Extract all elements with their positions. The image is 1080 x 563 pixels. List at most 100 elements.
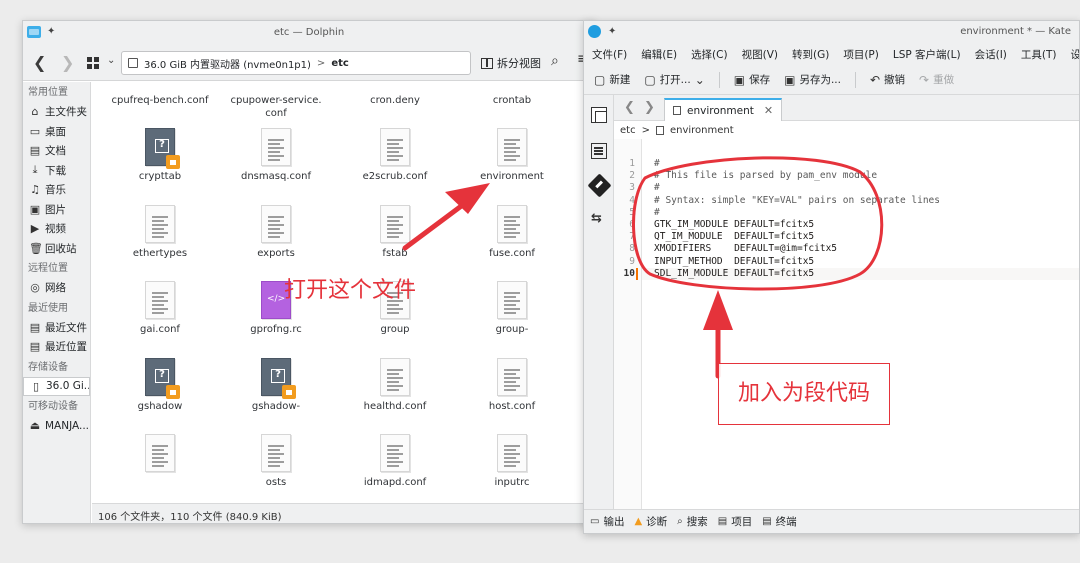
diagnostics-button[interactable]: ▲ 诊断 (634, 514, 667, 529)
sidebar-item[interactable]: ⤓ 下载 (23, 161, 90, 181)
tab-back-icon[interactable]: ❮ (624, 100, 635, 115)
text-file-icon (380, 434, 410, 472)
sidebar-item[interactable]: ▶ 视频 (23, 219, 90, 239)
breadcrumb-folder[interactable]: etc (620, 125, 636, 136)
file-item[interactable]: environment (454, 128, 570, 183)
sidebar-item[interactable]: ⏏ MANJA... (23, 416, 90, 436)
file-item[interactable]: gshadow (102, 358, 218, 413)
menu-item[interactable]: 设置(S) (1071, 47, 1080, 62)
close-icon[interactable]: ✕ (764, 104, 773, 117)
file-item[interactable]: crontab (454, 52, 570, 107)
menu-item[interactable]: 项目(P) (843, 47, 879, 62)
file-item[interactable]: cron.deny (337, 52, 453, 107)
code-line[interactable]: # (654, 207, 660, 218)
terminal-button[interactable]: ▤ 终端 (762, 514, 796, 529)
text-file-icon (497, 434, 527, 472)
menu-item[interactable]: 会话(I) (975, 47, 1007, 62)
file-item[interactable]: e2scrub.conf (337, 128, 453, 183)
file-item[interactable]: exports (218, 205, 334, 260)
file-item[interactable]: inputrc (454, 434, 570, 489)
sidebar-item[interactable]: ▭ 桌面 (23, 122, 90, 142)
pictures-icon: ▣ (29, 202, 41, 216)
line-number: 1 (629, 158, 635, 169)
file-item[interactable]: gshadow- (218, 358, 334, 413)
terminal-icon: ▤ (762, 516, 772, 527)
file-item[interactable]: dnsmasq.conf (218, 128, 334, 183)
code-line[interactable]: SDL_IM_MODULE DEFAULT=fcitx5 (654, 268, 814, 279)
file-item[interactable]: idmapd.conf (337, 434, 453, 489)
pin-icon[interactable]: ✦ (608, 26, 616, 37)
search-button[interactable]: ⌕ 搜索 (677, 514, 708, 529)
file-item[interactable]: osts (218, 434, 334, 489)
sidebar-item-label: 回收站 (45, 242, 77, 255)
forward-icon[interactable]: ❯ (61, 53, 74, 72)
git-icon[interactable] (587, 173, 612, 198)
breadcrumb-file[interactable]: environment (670, 125, 734, 136)
file-item[interactable]: cpufreq-bench.conf (102, 52, 218, 107)
file-name: gprofng.rc (250, 324, 302, 335)
menu-item[interactable]: LSP 客户端(L) (893, 47, 961, 62)
code-line[interactable]: QT_IM_MODULE DEFAULT=fcitx5 (654, 231, 814, 242)
project-label: 项目 (731, 516, 753, 528)
redo-button[interactable]: ↷ 重做 (919, 72, 954, 87)
redo-icon: ↷ (919, 72, 930, 87)
code-line[interactable]: # (654, 158, 660, 169)
sidebar-item[interactable]: ⌂ 主文件夹 (23, 102, 90, 122)
code-editor[interactable]: 1 2 3 4 5 6 7 8 9 10 # # This file is parsed by pa… (614, 139, 1079, 509)
project-button[interactable]: ▤ 项目 (718, 514, 752, 529)
sidebar-item[interactable]: ◎ 网络 (23, 278, 90, 298)
save-as-button[interactable]: ▣ 另存为... (784, 72, 841, 87)
file-item[interactable]: group- (454, 281, 570, 336)
sidebar-item[interactable]: ▯ 36.0 Gi... (23, 376, 90, 396)
code-line[interactable]: GTK_IM_MODULE DEFAULT=fcitx5 (654, 219, 814, 230)
back-icon[interactable]: ❮ (33, 53, 46, 72)
symbols-outline-icon[interactable]: ⇆ (591, 211, 607, 227)
sidebar-item-label: 音乐 (45, 184, 66, 197)
sidebar-item[interactable]: ▤ 文档 (23, 141, 90, 161)
projects-panel-icon[interactable] (591, 143, 607, 159)
code-line[interactable]: INPUT_METHOD DEFAULT=fcitx5 (654, 256, 814, 267)
menu-item[interactable]: 选择(C) (691, 47, 728, 62)
kate-titlebar[interactable]: ✦ environment * — Kate (584, 21, 1079, 43)
output-button[interactable]: ▭ 输出 (590, 514, 624, 529)
sidebar-item[interactable]: 🗑 回收站 (23, 239, 90, 259)
sidebar-item[interactable]: ♫ 音乐 (23, 180, 90, 200)
file-item[interactable]: cpupower-service. conf (218, 52, 334, 120)
code-line[interactable]: # This file is parsed by pam_env module (654, 170, 877, 181)
documents-panel-icon[interactable] (591, 107, 607, 123)
sidebar-section-heading: 远程位置 (28, 263, 68, 274)
file-item[interactable]: fuse.conf (454, 205, 570, 260)
undo-button[interactable]: ↶ 撤销 (870, 72, 905, 87)
code-line[interactable]: # (654, 182, 660, 193)
file-item[interactable] (102, 434, 218, 476)
sidebar-item[interactable]: ▤ 最近文件 (23, 318, 90, 338)
sidebar-item[interactable]: ▤ 最近位置 (23, 337, 90, 357)
menu-item[interactable]: 视图(V) (742, 47, 778, 62)
menu-item[interactable]: 工具(T) (1021, 47, 1057, 62)
file-item[interactable]: fstab (337, 205, 453, 260)
file-item[interactable]: crypttab (102, 128, 218, 183)
places-sidebar: 常用位置 ⌂ 主文件夹 ▭ 桌面 ▤ 文档 ⤓ 下载 ♫ 音乐 ▣ 图片 ▶ 视频 🗑 回收站 远程位置 ◎ 网络 最近… (23, 82, 91, 523)
file-item[interactable]: ethertypes (102, 205, 218, 260)
menu-item[interactable]: 转到(G) (792, 47, 829, 62)
view-mode-icon[interactable] (87, 57, 99, 69)
file-name: e2scrub.conf (362, 171, 428, 182)
save-button[interactable]: ▣ 保存 (734, 72, 770, 87)
menu-item[interactable]: 文件(F) (592, 47, 627, 62)
file-item[interactable]: host.conf (454, 358, 570, 413)
chevron-down-icon[interactable]: ⌄ (695, 73, 705, 87)
tab-environment[interactable]: environment ✕ (664, 98, 783, 121)
file-item[interactable]: gai.conf (102, 281, 218, 336)
menu-item[interactable]: 编辑(E) (641, 47, 677, 62)
status-bar: 106 个文件夹，110 个文件 (840.9 KiB) (92, 503, 595, 523)
new-button[interactable]: ▢ 新建 (594, 72, 630, 87)
tab-forward-icon[interactable]: ❯ (644, 100, 655, 115)
code-line[interactable]: XMODIFIERS DEFAULT=@im=fcitx5 (654, 243, 837, 254)
code-line[interactable]: # Syntax: simple "KEY=VAL" pairs on sepa… (654, 195, 940, 206)
file-item[interactable]: healthd.conf (337, 358, 453, 413)
sidebar-item[interactable]: ▣ 图片 (23, 200, 90, 220)
tab-label: environment (687, 104, 754, 117)
dolphin-titlebar[interactable]: ✦ etc — Dolphin (23, 21, 595, 45)
undo-icon: ↶ (869, 72, 881, 87)
open-button[interactable]: ▢ 打开... ⌄ (644, 72, 704, 87)
